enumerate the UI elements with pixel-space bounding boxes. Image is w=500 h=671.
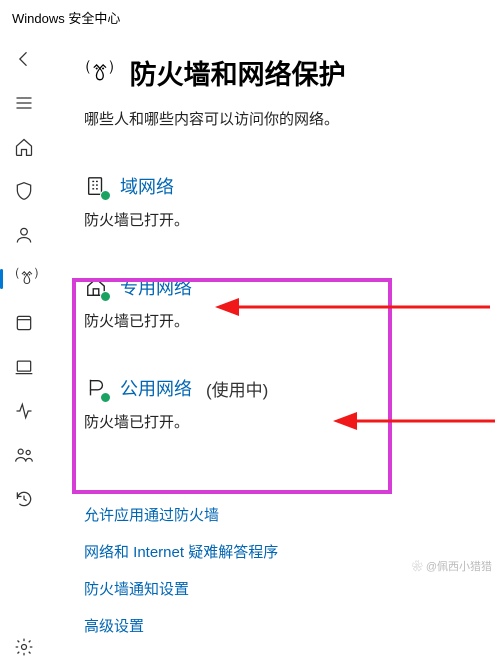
gear-icon xyxy=(14,637,34,657)
sidebar-item-account[interactable] xyxy=(4,215,44,255)
sidebar-item-history[interactable] xyxy=(4,479,44,519)
sidebar-item-device[interactable] xyxy=(4,347,44,387)
watermark: ❀ @佩西小猎猎 xyxy=(412,558,492,574)
back-arrow-icon xyxy=(14,49,34,69)
sidebar-item-performance[interactable] xyxy=(4,391,44,431)
menu-button[interactable] xyxy=(4,83,44,123)
page-subtitle: 哪些人和哪些内容可以访问你的网络。 xyxy=(84,108,480,129)
private-network-icon xyxy=(84,275,108,299)
firewall-heading-icon: ⁽ꔢ⁾ xyxy=(84,60,116,86)
sidebar-item-virus[interactable] xyxy=(4,171,44,211)
domain-network-status: 防火墙已打开。 xyxy=(84,209,480,230)
domain-network-link[interactable]: 域网络 xyxy=(120,173,174,199)
public-network-link[interactable]: 公用网络 xyxy=(120,375,192,401)
sidebar-item-firewall[interactable]: ⁽ꔢ⁾ xyxy=(4,259,44,299)
account-icon xyxy=(14,225,34,245)
link-advanced[interactable]: 高级设置 xyxy=(84,615,480,636)
sidebar-item-settings[interactable] xyxy=(4,627,44,667)
private-network-link[interactable]: 专用网络 xyxy=(120,274,192,300)
private-network-status: 防火墙已打开。 xyxy=(84,310,480,331)
main-content: ⁽ꔢ⁾ 防火墙和网络保护 哪些人和哪些内容可以访问你的网络。 域网络 防火墙已打… xyxy=(48,35,500,671)
sidebar-item-home[interactable] xyxy=(4,127,44,167)
sidebar-item-family[interactable] xyxy=(4,435,44,475)
shield-icon xyxy=(14,181,34,201)
public-network-inuse: (使用中) xyxy=(206,376,268,401)
link-allow-app[interactable]: 允许应用通过防火墙 xyxy=(84,504,480,525)
link-notifications[interactable]: 防火墙通知设置 xyxy=(84,578,480,599)
firewall-icon: ⁽ꔢ⁾ xyxy=(14,269,34,289)
public-network-status: 防火墙已打开。 xyxy=(84,411,480,432)
device-security-icon xyxy=(14,357,34,377)
sidebar-item-appbrowser[interactable] xyxy=(4,303,44,343)
app-browser-icon xyxy=(14,313,34,333)
family-icon xyxy=(14,445,34,465)
back-button[interactable] xyxy=(4,39,44,79)
hamburger-icon xyxy=(14,93,34,113)
domain-network-section: 域网络 防火墙已打开。 xyxy=(84,173,480,230)
history-icon xyxy=(14,489,34,509)
public-network-icon xyxy=(84,376,108,400)
home-icon xyxy=(14,137,34,157)
public-network-section: 公用网络 (使用中) 防火墙已打开。 xyxy=(84,375,480,432)
private-network-section: 专用网络 防火墙已打开。 xyxy=(84,274,480,331)
domain-network-icon xyxy=(84,174,108,198)
page-title: 防火墙和网络保护 xyxy=(130,53,346,92)
sidebar: ⁽ꔢ⁾ xyxy=(0,35,48,671)
performance-icon xyxy=(14,401,34,421)
window-title: Windows 安全中心 xyxy=(0,0,500,35)
